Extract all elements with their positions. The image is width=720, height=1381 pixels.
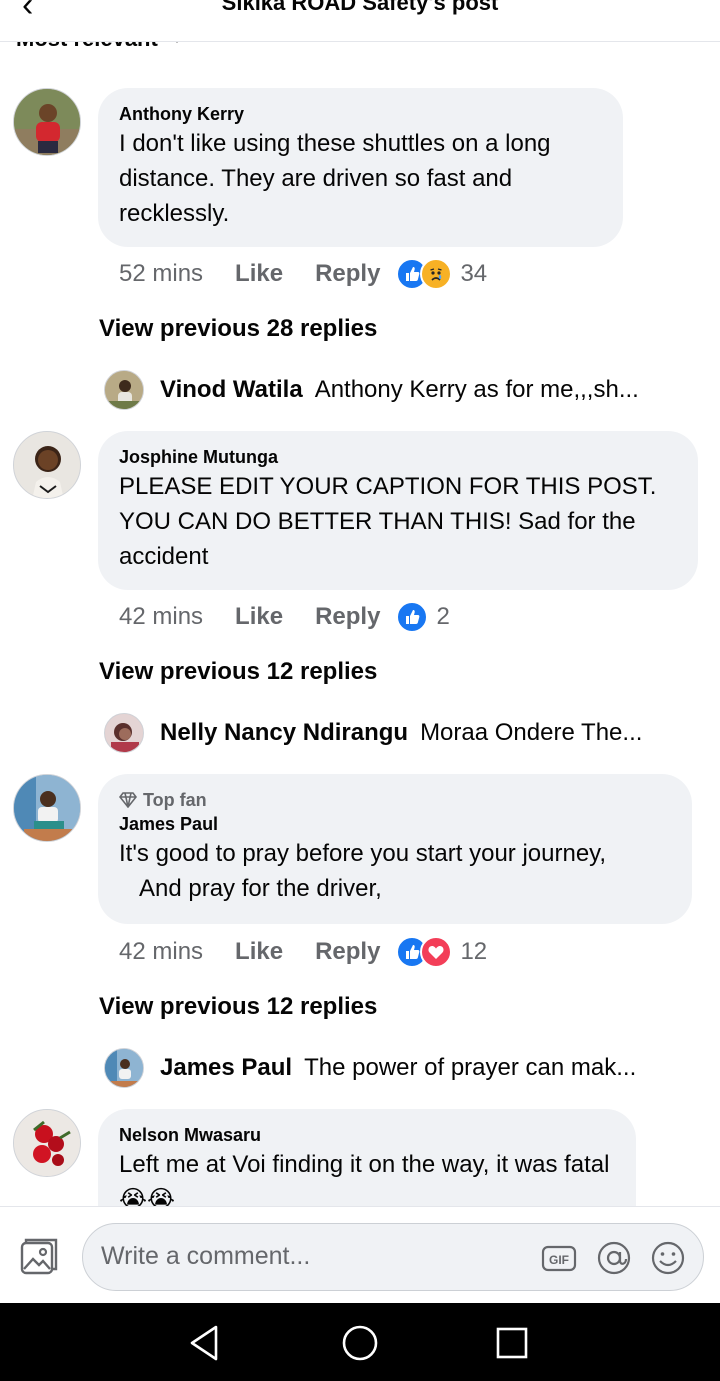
reaction-count: 2 bbox=[436, 603, 450, 630]
view-previous-replies[interactable]: View previous 12 replies bbox=[99, 993, 377, 1021]
back-icon[interactable] bbox=[186, 1323, 226, 1363]
comment-text: PLEASE EDIT YOUR CAPTION FOR THIS POST. … bbox=[119, 473, 657, 570]
comment-text: Left me at Voi finding it on the way, it… bbox=[119, 1151, 610, 1206]
system-navigation-bar bbox=[0, 1303, 720, 1381]
comment-author[interactable]: James Paul bbox=[119, 812, 670, 836]
sort-label: Most relevant bbox=[16, 42, 158, 52]
reply-author[interactable]: James Paul bbox=[160, 1054, 292, 1082]
sort-dropdown[interactable]: Most relevant bbox=[16, 42, 184, 52]
reaction-count: 12 bbox=[460, 938, 488, 965]
comments-feed[interactable]: Most relevant Anthony Kerry I don't like… bbox=[0, 42, 720, 1206]
comment-placeholder: Write a comment... bbox=[101, 1242, 311, 1270]
comment-text: And pray for the driver, bbox=[139, 875, 382, 902]
comment-actions: 42 mins Like Reply 2 bbox=[119, 600, 450, 634]
chevron-down-icon bbox=[176, 42, 178, 43]
avatar[interactable] bbox=[104, 1048, 144, 1088]
reply-preview[interactable]: Vinod Watila Anthony Kerry as for me,,,s… bbox=[104, 369, 639, 411]
reaction-count: 34 bbox=[460, 260, 488, 287]
top-fan-badge: Top fan bbox=[119, 788, 670, 812]
comment-author[interactable]: Nelson Mwasaru bbox=[119, 1123, 614, 1147]
avatar[interactable] bbox=[13, 431, 81, 499]
comment-bubble[interactable]: Top fan James Paul It's good to pray bef… bbox=[98, 774, 692, 924]
comment-author[interactable]: Josphine Mutunga bbox=[119, 445, 676, 469]
comment-time[interactable]: 52 mins bbox=[119, 260, 203, 288]
comment-input[interactable]: Write a comment... GIF bbox=[82, 1223, 704, 1291]
like-reaction-icon bbox=[396, 601, 429, 633]
like-button[interactable]: Like bbox=[235, 938, 283, 966]
reply-button[interactable]: Reply bbox=[315, 938, 380, 966]
view-previous-replies[interactable]: View previous 28 replies bbox=[99, 315, 377, 343]
reactions-summary[interactable]: 12 bbox=[396, 936, 487, 968]
diamond-icon bbox=[119, 792, 137, 808]
reply-text: Moraa Ondere The... bbox=[420, 719, 643, 746]
mention-icon[interactable] bbox=[596, 1240, 632, 1276]
comment-bubble[interactable]: Nelson Mwasaru Left me at Voi finding it… bbox=[98, 1109, 636, 1206]
page-title: Sikika ROAD Safety's post bbox=[221, 0, 499, 15]
reply-text: The power of prayer can mak... bbox=[304, 1054, 637, 1081]
like-button[interactable]: Like bbox=[235, 260, 283, 288]
reply-button[interactable]: Reply bbox=[315, 603, 380, 631]
recents-icon[interactable] bbox=[492, 1323, 532, 1363]
photo-icon[interactable] bbox=[18, 1237, 60, 1279]
comment-text: It's good to pray before you start your … bbox=[119, 840, 607, 867]
comment-bubble[interactable]: Anthony Kerry I don't like using these s… bbox=[98, 88, 623, 247]
reactions-summary[interactable]: 2 bbox=[396, 601, 450, 633]
comment-bubble[interactable]: Josphine Mutunga PLEASE EDIT YOUR CAPTIO… bbox=[98, 431, 698, 590]
reply-preview[interactable]: James Paul The power of prayer can mak..… bbox=[104, 1047, 636, 1089]
reactions-summary[interactable]: 34 bbox=[396, 258, 487, 290]
avatar[interactable] bbox=[13, 88, 81, 156]
comment-actions: 52 mins Like Reply 34 bbox=[119, 257, 487, 291]
sad-reaction-icon bbox=[420, 258, 453, 290]
reply-author[interactable]: Vinod Watila bbox=[160, 376, 303, 404]
comment-author[interactable]: Anthony Kerry bbox=[119, 102, 601, 126]
post-header: ‹ Sikika ROAD Safety's post bbox=[0, 0, 720, 42]
comment-composer: Write a comment... GIF bbox=[0, 1206, 720, 1303]
reply-text: Anthony Kerry as for me,,,sh... bbox=[314, 376, 639, 403]
svg-text:GIF: GIF bbox=[549, 1253, 569, 1267]
avatar[interactable] bbox=[104, 370, 144, 410]
avatar[interactable] bbox=[13, 1109, 81, 1177]
comment-text: I don't like using these shuttles on a l… bbox=[119, 130, 551, 227]
reply-preview[interactable]: Nelly Nancy Ndirangu Moraa Ondere The... bbox=[104, 712, 642, 754]
gif-icon[interactable]: GIF bbox=[541, 1240, 577, 1276]
like-button[interactable]: Like bbox=[235, 603, 283, 631]
comment-actions: 42 mins Like Reply 12 bbox=[119, 935, 487, 969]
home-icon[interactable] bbox=[340, 1323, 380, 1363]
avatar[interactable] bbox=[104, 713, 144, 753]
reply-author[interactable]: Nelly Nancy Ndirangu bbox=[160, 719, 408, 747]
love-reaction-icon bbox=[420, 936, 453, 968]
top-fan-label: Top fan bbox=[143, 790, 207, 810]
emoji-icon[interactable] bbox=[650, 1240, 686, 1276]
view-previous-replies[interactable]: View previous 12 replies bbox=[99, 658, 377, 686]
avatar[interactable] bbox=[13, 774, 81, 842]
reply-button[interactable]: Reply bbox=[315, 260, 380, 288]
comment-time[interactable]: 42 mins bbox=[119, 603, 203, 631]
comment-time[interactable]: 42 mins bbox=[119, 938, 203, 966]
